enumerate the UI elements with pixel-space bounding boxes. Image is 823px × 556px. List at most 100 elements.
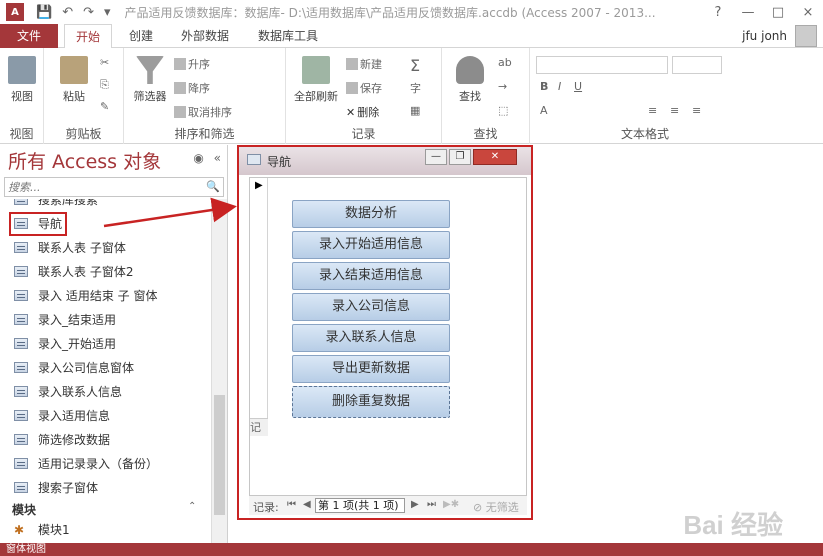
list-item[interactable]: 联系人表 子窗体 bbox=[14, 237, 126, 259]
form-close-button[interactable]: ✕ bbox=[473, 149, 517, 165]
customize-qat-icon[interactable]: ▾ bbox=[104, 5, 111, 20]
maximize-button[interactable]: □ bbox=[763, 0, 793, 24]
section-header-modules[interactable]: 模块 bbox=[12, 501, 36, 518]
font-name-select[interactable] bbox=[536, 56, 668, 74]
scrollbar-thumb[interactable] bbox=[214, 395, 225, 515]
totals-icon[interactable]: Σ bbox=[410, 56, 420, 75]
tab-file[interactable]: 文件 bbox=[0, 24, 58, 48]
tab-home[interactable]: 开始 bbox=[64, 24, 112, 49]
form-minimize-button[interactable]: — bbox=[425, 149, 447, 165]
enter-contact-info-button[interactable]: 录入联系人信息 bbox=[292, 324, 450, 352]
spelling-icon[interactable]: 字 bbox=[410, 80, 421, 96]
no-filter-icon: ⊘ bbox=[473, 501, 483, 514]
align-left-icon[interactable]: ≡ bbox=[648, 104, 657, 117]
format-painter-icon[interactable]: ✎ bbox=[100, 100, 109, 113]
form-icon bbox=[14, 458, 28, 469]
list-item[interactable]: 筛选修改数据 bbox=[14, 429, 110, 451]
list-item[interactable]: 录入_结束适用 bbox=[14, 309, 116, 331]
save-record-button[interactable]: 保存 bbox=[346, 80, 382, 96]
title-bar: A 💾 ↶ ↷ ▾ 产品适用反馈数据库：数据库- D:\适用数据库\产品适用反馈… bbox=[0, 0, 823, 24]
record-selector[interactable]: ▶ bbox=[250, 178, 268, 430]
cut-icon[interactable]: ✂ bbox=[100, 56, 109, 69]
enter-start-info-button[interactable]: 录入开始适用信息 bbox=[292, 231, 450, 259]
align-right-icon[interactable]: ≡ bbox=[692, 104, 701, 117]
filter-button[interactable]: 筛选器 bbox=[128, 56, 172, 104]
search-icon[interactable]: 🔍 bbox=[206, 180, 220, 193]
list-item[interactable]: 录入适用信息 bbox=[14, 405, 110, 427]
close-button[interactable]: × bbox=[793, 0, 823, 24]
record-position-field[interactable]: 第 1 项(共 1 项) bbox=[315, 498, 405, 513]
form-icon bbox=[14, 434, 28, 445]
list-item[interactable]: 录入_开始适用 bbox=[14, 333, 116, 355]
more-records-icon[interactable]: ▦ bbox=[410, 104, 420, 117]
window-controls: ? — □ × bbox=[703, 0, 823, 24]
new-record-button[interactable]: 新建 bbox=[346, 56, 382, 72]
tab-database-tools[interactable]: 数据库工具 bbox=[248, 24, 328, 48]
minimize-button[interactable]: — bbox=[733, 0, 763, 24]
sort-ascending-button[interactable]: 升序 bbox=[174, 56, 210, 72]
save-icon[interactable]: 💾 bbox=[36, 5, 52, 20]
delete-record-button[interactable]: ✕ 删除 bbox=[346, 104, 379, 120]
list-item[interactable]: 搜索子窗体 bbox=[14, 477, 98, 499]
first-record-icon[interactable]: ⏮ bbox=[287, 499, 296, 510]
list-item[interactable]: 录入联系人信息 bbox=[14, 381, 122, 403]
redo-icon[interactable]: ↷ bbox=[83, 5, 94, 20]
shutter-bar-icon[interactable]: « bbox=[214, 151, 221, 165]
font-color-icon[interactable]: A bbox=[540, 104, 548, 117]
user-name[interactable]: jfu jonh bbox=[742, 24, 787, 48]
last-record-icon[interactable]: ⏭ bbox=[427, 499, 436, 510]
align-center-icon[interactable]: ≡ bbox=[670, 104, 679, 117]
group-text-format: B I U A ≡ ≡ ≡ 文本格式 bbox=[530, 48, 760, 144]
replace-icon[interactable]: ab bbox=[498, 56, 512, 69]
nav-item-selected[interactable]: 导航 bbox=[8, 212, 68, 236]
nav-menu-icon[interactable]: ◉ bbox=[193, 151, 203, 165]
list-item[interactable]: 录入公司信息窗体 bbox=[14, 357, 134, 379]
data-analysis-button[interactable]: 数据分析 bbox=[292, 200, 450, 228]
undo-icon[interactable]: ↶ bbox=[62, 5, 73, 20]
italic-icon[interactable]: I bbox=[558, 80, 561, 93]
underline-icon[interactable]: U bbox=[574, 80, 582, 93]
paste-icon bbox=[60, 56, 88, 84]
nav-pane-header[interactable]: 所有 Access 对象 bbox=[8, 147, 161, 174]
copy-icon[interactable]: ⎘ bbox=[100, 78, 109, 92]
goto-icon[interactable]: → bbox=[498, 80, 507, 93]
form-icon bbox=[14, 199, 28, 205]
avatar[interactable] bbox=[795, 25, 817, 47]
list-item[interactable]: 适用记录录入（备份） bbox=[14, 453, 158, 475]
form-restore-button[interactable]: ❐ bbox=[449, 149, 471, 165]
form-icon bbox=[14, 314, 28, 325]
sort-descending-button[interactable]: 降序 bbox=[174, 80, 210, 96]
delete-duplicates-button[interactable]: 删除重复数据 bbox=[292, 386, 450, 418]
refresh-all-button[interactable]: 全部刷新 bbox=[290, 56, 342, 104]
font-size-select[interactable] bbox=[672, 56, 722, 74]
list-item[interactable]: ✱ 模块1 bbox=[14, 519, 70, 541]
form-title: 导航 bbox=[267, 155, 292, 169]
nav-scrollbar[interactable] bbox=[211, 199, 227, 543]
sort-asc-icon bbox=[174, 58, 186, 70]
paste-button[interactable]: 粘贴 bbox=[52, 56, 96, 104]
view-button[interactable]: 视图 bbox=[0, 56, 44, 104]
bold-icon[interactable]: B bbox=[540, 80, 548, 93]
tab-external-data[interactable]: 外部数据 bbox=[172, 24, 238, 48]
filter-icon bbox=[136, 56, 164, 84]
form-title-bar[interactable]: 导航 — ❐ ✕ bbox=[239, 147, 531, 175]
clear-sort-button[interactable]: 取消排序 bbox=[174, 104, 232, 120]
list-item[interactable]: 搜索库搜索 bbox=[14, 199, 98, 211]
list-item[interactable]: 联系人表 子窗体2 bbox=[14, 261, 133, 283]
record-label-left: 记 bbox=[250, 418, 268, 436]
select-icon[interactable]: ⬚ bbox=[498, 104, 508, 117]
tab-create[interactable]: 创建 bbox=[118, 24, 164, 48]
nav-search-input[interactable] bbox=[5, 178, 195, 196]
list-item[interactable]: 录入 适用结束 子 窗体 bbox=[14, 285, 157, 307]
prev-record-icon[interactable]: ◀ bbox=[303, 499, 311, 510]
sort-desc-icon bbox=[174, 82, 186, 94]
export-update-data-button[interactable]: 导出更新数据 bbox=[292, 355, 450, 383]
collapse-section-icon[interactable]: ⌃ bbox=[188, 501, 196, 512]
find-button[interactable]: 查找 bbox=[448, 56, 492, 104]
help-button[interactable]: ? bbox=[703, 0, 733, 24]
enter-end-info-button[interactable]: 录入结束适用信息 bbox=[292, 262, 450, 290]
enter-company-info-button[interactable]: 录入公司信息 bbox=[292, 293, 450, 321]
filter-status[interactable]: ⊘ 无筛选 bbox=[473, 499, 519, 515]
new-record-icon[interactable]: ▶✱ bbox=[443, 499, 459, 510]
next-record-icon[interactable]: ▶ bbox=[411, 499, 419, 510]
